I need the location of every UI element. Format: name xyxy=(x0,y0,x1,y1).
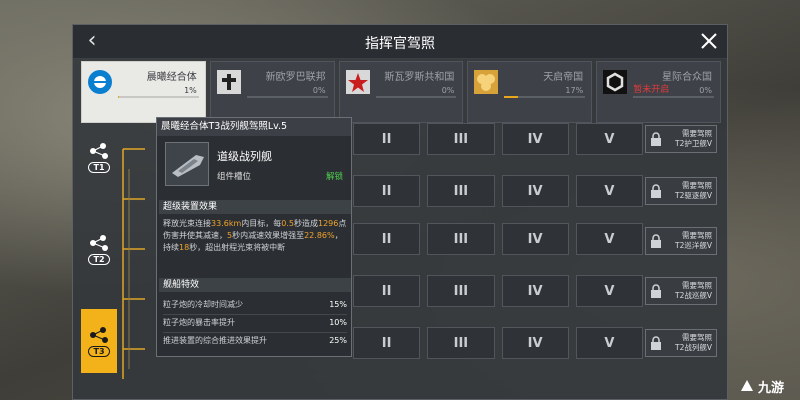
license-node[interactable]: II xyxy=(353,123,421,155)
faction-tab-dawn[interactable]: 晨曦经合体 1% xyxy=(81,61,206,123)
lock-icon xyxy=(651,132,661,146)
license-node[interactable]: IV xyxy=(501,175,569,207)
tier-t3[interactable]: T3 xyxy=(81,309,117,373)
requirement-text: 需要驾照 T2战列舰V xyxy=(675,333,712,352)
faction-name: 斯瓦罗斯共和国 xyxy=(384,72,455,83)
requirement-button[interactable]: 需要驾照 T2护卫舰V xyxy=(645,125,717,153)
faction-percent: 1% xyxy=(184,86,197,95)
tier-t1[interactable]: T1 xyxy=(81,129,117,185)
license-row: II III IV V xyxy=(353,123,643,155)
faction-tab-apocalypse[interactable]: 天启帝国 17% xyxy=(467,61,593,123)
lock-icon xyxy=(651,284,661,298)
requirement-text: 需要驾照 T2护卫舰V xyxy=(675,129,712,148)
license-node[interactable]: V xyxy=(575,223,643,255)
faction-tab-interstellar[interactable]: 星际合众国 暂未开启 0% xyxy=(596,61,721,123)
not-open-label: 暂未开启 xyxy=(633,85,670,95)
faction-percent: 0% xyxy=(441,86,455,95)
cross-emblem-icon xyxy=(213,64,245,100)
tier-selector: T1 T2 T3 xyxy=(81,129,117,399)
site-watermark: 九游 xyxy=(738,376,798,396)
lock-icon xyxy=(651,184,661,198)
faction-name: 新欧罗巴联邦 xyxy=(265,72,326,83)
ship-effect-row: 粒子炮的冷却时间减少 15% xyxy=(163,300,347,309)
license-row: II III IV V xyxy=(353,175,643,207)
lock-icon xyxy=(651,234,661,248)
requirement-text: 需要驾照 T2巡洋舰V xyxy=(675,231,712,250)
divider xyxy=(163,332,347,333)
faction-percent: 17% xyxy=(565,86,584,95)
requirement-text: 需要驾照 T2战巡舰V xyxy=(675,281,712,300)
license-node[interactable]: III xyxy=(427,175,495,207)
close-icon[interactable] xyxy=(697,29,721,53)
faction-progress-bar xyxy=(504,96,586,98)
tier-label: T1 xyxy=(88,161,110,173)
node-cluster-icon xyxy=(90,234,108,251)
faction-name: 天启帝国 xyxy=(543,72,584,83)
license-node[interactable]: V xyxy=(575,275,643,307)
faction-percent: 0% xyxy=(312,86,326,95)
faction-tab-neo-europa[interactable]: 新欧罗巴联邦 0% xyxy=(209,61,335,123)
requirement-button[interactable]: 需要驾照 T2战巡舰V xyxy=(645,277,717,305)
node-cluster-icon xyxy=(90,142,108,159)
hex-emblem-icon xyxy=(599,64,631,100)
faction-progress-bar xyxy=(375,96,457,98)
divider xyxy=(163,314,347,315)
license-node[interactable]: V xyxy=(575,123,643,155)
license-row: II III IV V xyxy=(353,327,643,359)
lock-icon xyxy=(651,336,661,350)
ship-effect-section-header: 舰船特效 xyxy=(159,278,351,292)
faction-percent: 0% xyxy=(699,86,712,95)
license-node[interactable]: IV xyxy=(501,327,569,359)
dawn-orbit-icon xyxy=(84,64,116,100)
license-node[interactable]: V xyxy=(575,327,643,359)
license-node[interactable]: II xyxy=(353,327,421,359)
title-bar: ‹ 指挥官驾照 xyxy=(73,25,727,59)
license-node[interactable]: V xyxy=(575,175,643,207)
license-node[interactable]: IV xyxy=(501,123,569,155)
license-row: II III IV V xyxy=(353,275,643,307)
tier-t2[interactable]: T2 xyxy=(81,221,117,277)
tooltip-title: 晨曦经合体T3战列舰驾照Lv.5 xyxy=(157,118,351,136)
battleship-icon xyxy=(165,142,209,186)
requirement-button[interactable]: 需要驾照 T2巡洋舰V xyxy=(645,227,717,255)
red-star-icon xyxy=(342,64,374,100)
license-node[interactable]: III xyxy=(427,327,495,359)
license-node[interactable]: IV xyxy=(501,275,569,307)
faction-progress-bar xyxy=(246,96,328,98)
nine-game-logo-icon xyxy=(741,380,753,391)
ship-effect-row: 粒子炮的暴击率提升 10% xyxy=(163,318,347,327)
super-device-description: 释放光束连接33.6km内目标，每0.5秒造成1296点伤害并使其减速，5秒内减… xyxy=(163,219,347,252)
license-node[interactable]: II xyxy=(353,275,421,307)
faction-progress-bar xyxy=(118,96,199,98)
license-tooltip: 晨曦经合体T3战列舰驾照Lv.5 道级战列舰 组件槽位 解锁 超级装置效果 释放… xyxy=(156,117,352,357)
faction-name: 星际合众国 xyxy=(661,72,712,83)
component-slot-label: 组件槽位 xyxy=(217,172,252,182)
super-device-section-header: 超级装置效果 xyxy=(159,200,351,214)
faction-tabs: 晨曦经合体 1% 新欧罗巴联邦 0% 斯瓦罗斯共和国 0% 天启帝国 17% 星… xyxy=(81,61,721,125)
ship-effect-row: 推进装置的综合推进效果提升 25% xyxy=(163,336,347,345)
faction-tab-svarog[interactable]: 斯瓦罗斯共和国 0% xyxy=(338,61,464,123)
requirement-button[interactable]: 需要驾照 T2驱逐舰V xyxy=(645,177,717,205)
node-cluster-icon xyxy=(90,326,108,343)
license-node[interactable]: III xyxy=(427,123,495,155)
license-node[interactable]: IV xyxy=(501,223,569,255)
faction-name: 晨曦经合体 xyxy=(146,72,197,83)
tier-label: T3 xyxy=(88,345,110,357)
unlock-status: 解锁 xyxy=(325,172,343,182)
gold-coins-icon xyxy=(470,64,502,100)
page-title: 指挥官驾照 xyxy=(365,36,435,52)
tier-label: T2 xyxy=(88,253,110,265)
license-node[interactable]: III xyxy=(427,223,495,255)
license-row: II III IV V xyxy=(353,223,643,255)
license-node[interactable]: II xyxy=(353,223,421,255)
license-node[interactable]: III xyxy=(427,275,495,307)
ship-name: 道级战列舰 xyxy=(217,150,272,163)
license-node[interactable]: II xyxy=(353,175,421,207)
requirement-button[interactable]: 需要驾照 T2战列舰V xyxy=(645,329,717,357)
requirement-text: 需要驾照 T2驱逐舰V xyxy=(675,181,712,200)
faction-progress-bar xyxy=(633,96,714,98)
tech-tree-connector xyxy=(122,148,145,379)
